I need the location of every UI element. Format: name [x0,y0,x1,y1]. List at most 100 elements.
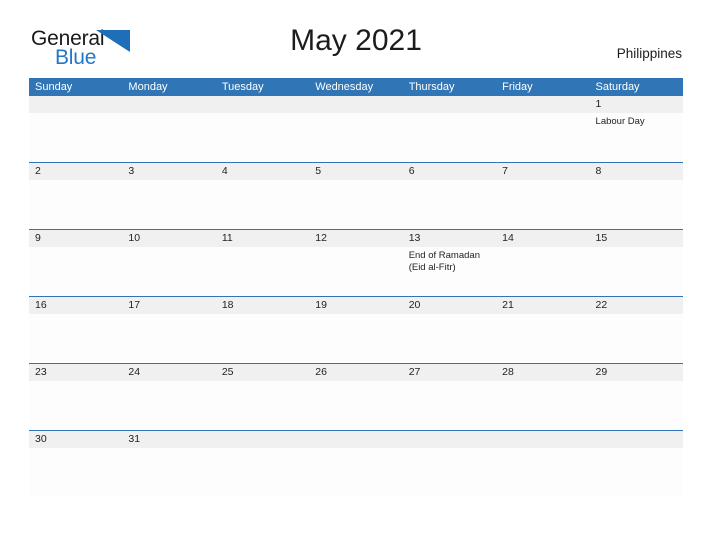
calendar-week-row: 30 31 [29,430,683,497]
day-events-cell [496,113,589,162]
day-events-cell [309,448,402,497]
day-events-cell [216,314,309,363]
page-header: General Blue May 2021 Philippines [0,0,712,78]
day-events-cell [216,247,309,296]
day-number-cell[interactable]: 21 [496,297,589,314]
day-number-cell[interactable]: 5 [309,163,402,180]
day-number-cell[interactable]: 26 [309,364,402,381]
day-number-cell[interactable]: 9 [29,230,122,247]
day-number-cell[interactable]: 8 [590,163,683,180]
week-event-band [29,448,683,497]
week-date-band: 2345678 [29,163,683,180]
day-events-cell [309,180,402,229]
day-number-cell[interactable]: 25 [216,364,309,381]
day-events-cell [403,381,496,430]
weekday-header-saturday: Saturday [595,81,640,93]
day-events-cell [122,247,215,296]
week-event-band [29,314,683,363]
day-empty-cell [403,96,496,113]
day-events-cell [122,448,215,497]
day-number-cell[interactable]: 4 [216,163,309,180]
day-events-cell [29,180,122,229]
day-events-cell [122,381,215,430]
day-empty-cell [590,431,683,448]
day-number-cell[interactable]: 29 [590,364,683,381]
calendar-week-row: 2345678 [29,162,683,229]
day-number-cell[interactable]: 16 [29,297,122,314]
day-events-cell [309,247,402,296]
weekday-header-thursday: Thursday [408,81,455,93]
day-events-cell [496,180,589,229]
week-date-band: 9 10 11 12 13 14 15 [29,230,683,247]
day-events-cell [590,314,683,363]
day-number-cell[interactable]: 28 [496,364,589,381]
day-number-cell[interactable]: 23 [29,364,122,381]
day-empty-cell [216,96,309,113]
day-number-cell[interactable]: 27 [403,364,496,381]
day-events-cell [590,180,683,229]
day-events-cell [122,314,215,363]
day-empty-cell [496,96,589,113]
day-number-cell[interactable]: 11 [216,230,309,247]
day-number-cell[interactable]: 1 [590,96,683,113]
day-events-cell [590,381,683,430]
day-events-cell [29,381,122,430]
day-number-cell[interactable]: 14 [496,230,589,247]
day-number-cell[interactable]: 6 [403,163,496,180]
day-events-cell [216,180,309,229]
day-events-cell [216,448,309,497]
day-events-cell [496,247,589,296]
calendar-week-row: 23 24 25 26 27 28 29 [29,363,683,430]
day-number-cell[interactable]: 2 [29,163,122,180]
day-events-cell [29,247,122,296]
calendar-grid: Sunday Monday Tuesday Wednesday Thursday Frid… [29,78,683,497]
day-events-cell: Labour Day [590,113,683,162]
day-number-cell[interactable]: 19 [309,297,402,314]
week-date-band: 30 31 [29,431,683,448]
calendar-week-row: 16 17 18 19 20 21 22 [29,296,683,363]
day-empty-cell [29,96,122,113]
day-number-cell[interactable]: 12 [309,230,402,247]
day-number-cell[interactable]: 3 [122,163,215,180]
day-number-cell[interactable]: 24 [122,364,215,381]
region-label: Philippines [616,46,682,61]
day-events-cell [403,448,496,497]
week-date-band: 23 24 25 26 27 28 29 [29,364,683,381]
day-events-cell: End of Ramadan (Eid al-Fitr) [403,247,496,296]
day-number-cell[interactable]: 10 [122,230,215,247]
calendar-page: General Blue May 2021 Philippines Sunday… [0,0,712,550]
holiday-label: (Eid al-Fitr) [408,262,456,273]
day-number-cell[interactable]: 13 [403,230,496,247]
page-title: May 2021 [290,24,422,57]
day-events-cell [403,314,496,363]
day-events-cell [29,448,122,497]
day-events-cell [496,381,589,430]
weekday-header-sunday: Sunday [35,81,73,93]
calendar-week-row: 1 Labour Day [29,96,683,162]
weekday-header-row: Sunday Monday Tuesday Wednesday Thursday Frid… [29,78,683,96]
day-number-cell[interactable]: 30 [29,431,122,448]
week-date-band: 1 [29,96,683,113]
weekday-header-friday: Friday [502,81,533,93]
weekday-header-monday: Monday [128,81,168,93]
weekday-header-tuesday: Tuesday [221,81,264,93]
week-event-band: Labour Day [29,113,683,162]
day-events-cell [309,314,402,363]
day-events-cell [309,113,402,162]
day-number-cell[interactable]: 17 [122,297,215,314]
weekday-header-wednesday: Wednesday [315,81,374,93]
day-empty-cell [496,431,589,448]
day-events-cell [496,448,589,497]
holiday-label: End of Ramadan [408,250,480,261]
day-empty-cell [309,96,402,113]
day-events-cell [122,113,215,162]
day-number-cell[interactable]: 15 [590,230,683,247]
week-date-band: 16 17 18 19 20 21 22 [29,297,683,314]
day-number-cell[interactable]: 7 [496,163,589,180]
day-number-cell[interactable]: 31 [122,431,215,448]
holiday-label: Labour Day [595,116,645,127]
day-number-cell[interactable]: 22 [590,297,683,314]
day-empty-cell [309,431,402,448]
day-number-cell[interactable]: 18 [216,297,309,314]
day-number-cell[interactable]: 20 [403,297,496,314]
